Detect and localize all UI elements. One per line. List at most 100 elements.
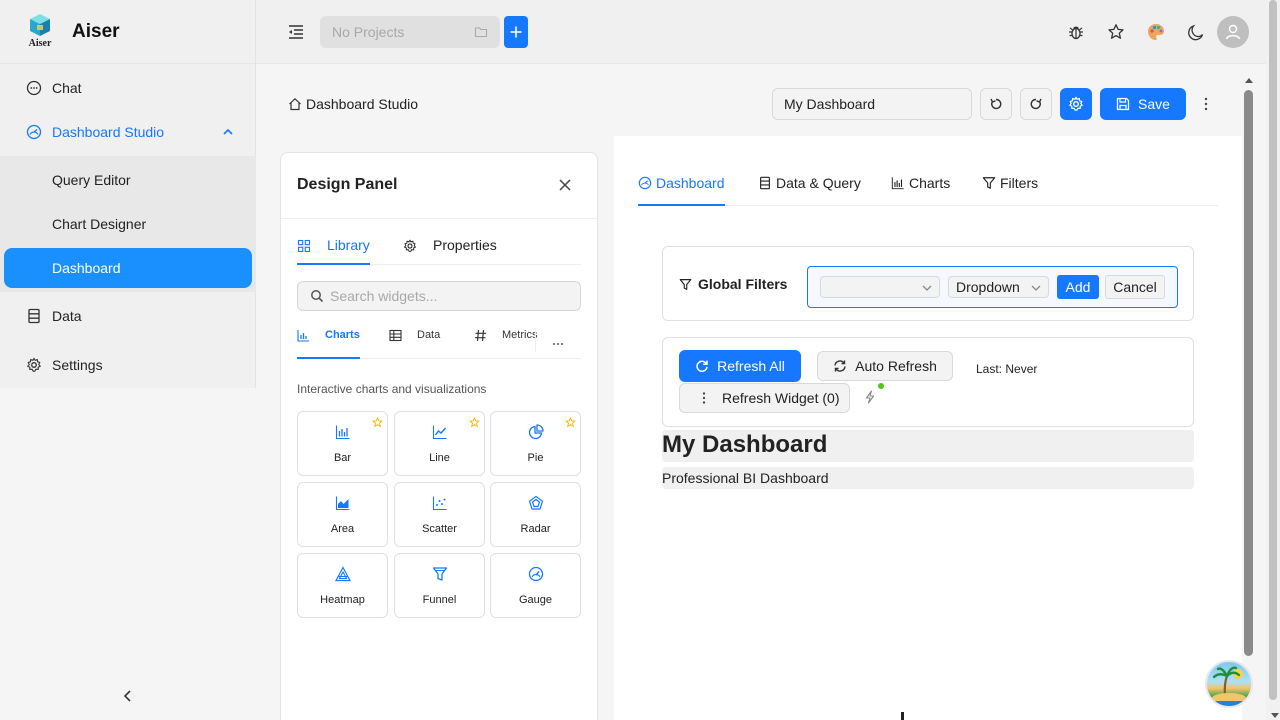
user-icon [1225,24,1241,40]
redo-button[interactable] [1020,88,1052,120]
tab-data-query[interactable]: Data & Query [758,175,861,206]
widget-heatmap[interactable]: Heatmap [297,553,388,618]
app-logo: Aiser [24,12,56,52]
tab-label: Dashboard [656,175,725,191]
sidebar-item-label: Data [52,308,82,324]
heatmap-icon [335,566,351,582]
plus-icon [510,26,522,38]
filter-field-select[interactable] [820,276,940,298]
user-avatar[interactable] [1217,16,1249,48]
category-tab-data[interactable]: Data [389,329,440,359]
global-filters-card: Global Filters Dropdown Add Cancel [662,246,1194,321]
table-icon [389,329,402,342]
favorites-button[interactable] [1104,20,1128,44]
breadcrumb-label: Dashboard Studio [306,96,419,112]
chevron-up-icon [223,128,233,135]
ai-assistant-button[interactable] [1205,660,1253,708]
auto-refresh-button[interactable]: Auto Refresh [817,351,953,381]
sidebar-item-label: Dashboard [52,260,121,276]
sidebar-item-dashboard[interactable]: Dashboard [4,248,252,288]
widget-label: Funnel [422,594,457,606]
add-filter-button[interactable]: Add [1057,275,1099,299]
filter-icon [982,177,996,189]
project-select[interactable]: No Projects [320,16,500,48]
widget-area[interactable]: Area [297,482,388,547]
widget-line[interactable]: Line [394,411,485,476]
sidebar-item-data[interactable]: Data [4,296,252,336]
global-filters-label: Global Filters [698,276,788,292]
star-icon[interactable] [372,417,383,428]
bar-chart-icon [297,330,309,342]
filter-type-select[interactable]: Dropdown [948,276,1049,298]
dashboard-settings-button[interactable] [1060,88,1092,120]
widget-search-input[interactable]: Search widgets... [297,281,581,311]
save-button[interactable]: Save [1100,88,1186,120]
design-panel-tabs: Library Properties [297,237,581,265]
more-horizontal-icon[interactable] [551,337,565,351]
pie-chart-icon [528,424,544,440]
sidebar-item-label: Settings [52,357,103,373]
save-icon [1116,97,1130,111]
close-icon[interactable] [557,177,573,193]
sidebar-item-chat[interactable]: Chat [4,68,252,108]
lightning-icon[interactable] [864,390,876,404]
star-icon[interactable] [469,417,480,428]
sidebar-item-label: Chart Designer [52,216,147,232]
database-icon [760,176,770,190]
sidebar-item-settings[interactable]: Settings [4,345,252,385]
debug-button[interactable] [1064,20,1088,44]
text-cursor [901,712,904,720]
widget-gauge[interactable]: Gauge [490,553,581,618]
menu-fold-icon[interactable] [286,22,306,42]
dashboard-name-input[interactable]: My Dashboard [772,88,972,120]
refresh-icon [696,360,708,373]
category-tab-metrics[interactable]: Metrics [474,329,537,359]
folder-icon [474,27,488,38]
star-icon[interactable] [565,417,576,428]
database-icon [28,308,40,324]
page-scrollbar-thumb[interactable] [1269,0,1277,700]
widget-bar[interactable]: Bar [297,411,388,476]
page-scroll-down-icon[interactable] [1270,712,1280,720]
category-tab-charts[interactable]: Charts [297,329,360,359]
refresh-all-button[interactable]: Refresh All [679,350,801,382]
breadcrumb[interactable]: Dashboard Studio [288,96,418,112]
tab-charts[interactable]: Charts [891,175,950,206]
dashboard-gauge-icon [26,124,42,140]
content-scrollbar-thumb[interactable] [1244,90,1253,656]
tab-label: Filters [1000,175,1039,191]
more-options-icon[interactable] [1198,96,1214,112]
dark-mode-button[interactable] [1184,20,1208,44]
scroll-up-icon[interactable] [1244,76,1254,84]
sidebar-item-query-editor[interactable]: Query Editor [4,160,252,200]
widget-pie[interactable]: Pie [490,411,581,476]
theme-palette-button[interactable] [1144,20,1168,44]
widget-radar[interactable]: Radar [490,482,581,547]
hash-icon [475,329,486,342]
radar-chart-icon [528,495,544,510]
tab-library[interactable]: Library [297,237,370,265]
widget-scatter[interactable]: Scatter [394,482,485,547]
sidebar-item-dashboard-studio[interactable]: Dashboard Studio [4,112,252,152]
brand-name: Aiser [72,20,120,42]
tab-filters[interactable]: Filters [982,175,1038,206]
dashboard-title[interactable]: My Dashboard [662,430,1194,462]
dashboard-tabs: Dashboard Data & Query Charts Filters [638,160,1218,206]
add-project-button[interactable] [504,16,528,48]
refresh-widget-button[interactable]: Refresh Widget (0) [679,383,850,413]
widget-funnel[interactable]: Funnel [394,553,485,618]
funnel-icon [432,567,448,581]
tab-label: Data & Query [776,175,861,191]
sidebar-item-chart-designer[interactable]: Chart Designer [4,204,252,244]
last-refresh-status: Last: Never [976,362,1038,376]
gear-icon [26,357,42,372]
sidebar-item-label: Chat [52,80,82,96]
tab-dashboard[interactable]: Dashboard [638,175,725,206]
tab-properties[interactable]: Properties [403,237,497,265]
cancel-filter-button[interactable]: Cancel [1105,275,1165,299]
dashboard-subtitle[interactable]: Professional BI Dashboard [662,467,1194,489]
undo-button[interactable] [980,88,1012,120]
sidebar-item-label: Query Editor [52,172,131,188]
logo-row: Aiser Aiser [0,0,255,64]
collapse-sidebar-icon[interactable] [118,686,138,706]
